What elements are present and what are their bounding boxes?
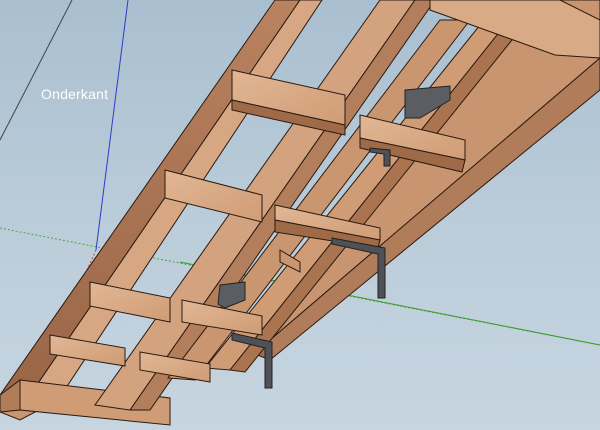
blue-axis xyxy=(95,0,129,251)
sketchup-viewport[interactable]: Onderkant xyxy=(0,0,600,430)
black-axis xyxy=(0,0,73,141)
scene-label: Onderkant xyxy=(41,86,109,102)
frame-model-3d[interactable] xyxy=(0,0,600,430)
